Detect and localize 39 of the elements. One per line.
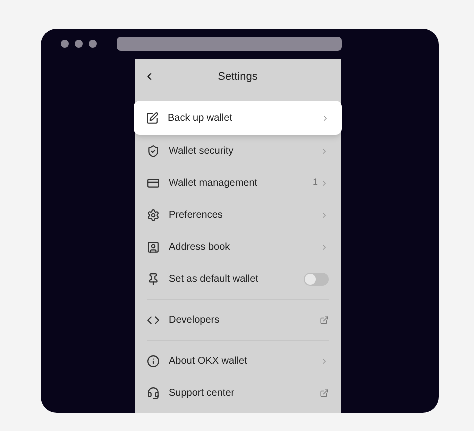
row-label: Set as default wallet xyxy=(169,272,260,286)
settings-row[interactable]: Address book xyxy=(135,231,341,263)
settings-row[interactable]: Back up wallet xyxy=(134,101,342,135)
settings-row[interactable]: About OKX wallet xyxy=(135,345,341,377)
settings-row[interactable]: Wallet security xyxy=(135,135,341,167)
pin-icon xyxy=(147,272,160,286)
row-label: Support center xyxy=(169,386,236,400)
headset-icon xyxy=(147,386,160,400)
row-label: About OKX wallet xyxy=(169,354,248,368)
chevron-icon xyxy=(320,356,329,366)
chevron-icon xyxy=(320,242,329,252)
back-button[interactable]: ‹ xyxy=(147,69,152,85)
edit-icon xyxy=(146,112,159,124)
screen-title: Settings xyxy=(218,70,258,85)
chevron-icon xyxy=(321,114,330,122)
info-icon xyxy=(147,354,160,368)
settings-row[interactable]: Preferences xyxy=(135,199,341,231)
chevron-icon xyxy=(320,210,329,220)
shield-icon xyxy=(147,144,160,158)
row-label: Developers xyxy=(169,314,221,328)
settings-row[interactable]: Set as default wallet xyxy=(135,263,341,295)
row-label: Preferences xyxy=(169,208,224,222)
row-label: Wallet security xyxy=(169,144,235,158)
settings-row[interactable]: Developers xyxy=(135,304,341,336)
chevron-icon xyxy=(320,178,329,188)
settings-row[interactable]: Support center xyxy=(135,377,341,409)
wallet-icon xyxy=(147,176,160,190)
count-label: 1 xyxy=(312,176,318,190)
row-label: Back up wallet xyxy=(168,112,234,126)
code-icon xyxy=(147,314,160,326)
row-label: Address book xyxy=(169,240,232,254)
external-link-icon xyxy=(320,316,329,324)
row-label: Wallet management xyxy=(169,176,259,190)
settings-icon xyxy=(147,208,160,222)
external-link-icon xyxy=(320,388,329,398)
chevron-icon xyxy=(320,146,329,156)
contact-card-icon xyxy=(147,240,160,254)
toggle-switch[interactable] xyxy=(304,272,329,286)
settings-row[interactable]: Wallet management 1 xyxy=(135,167,341,199)
